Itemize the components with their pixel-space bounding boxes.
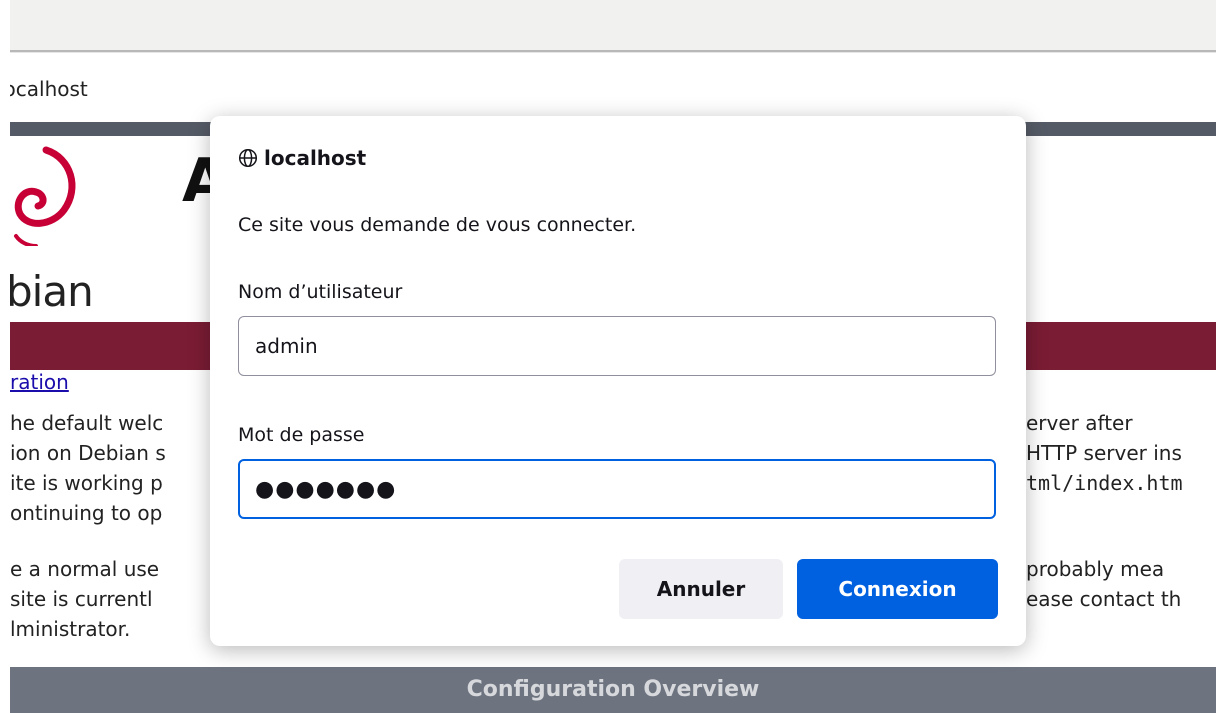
text-line: ite is working p	[10, 471, 163, 495]
text-line: ontinuing to op	[10, 501, 163, 525]
text-line: probably mea	[1026, 557, 1165, 581]
text-line: tml/index.htm	[1026, 471, 1183, 495]
dialog-message: Ce site vous demande de vous connecter.	[238, 214, 637, 236]
address-bar-url[interactable]: localhost	[10, 77, 130, 101]
text-line: site is currentl	[10, 587, 153, 611]
section-header-bar: Configuration Overview	[10, 667, 1216, 713]
paragraph-2-right: probably mea ease contact th	[1026, 554, 1181, 614]
text-line: lministrator.	[10, 617, 131, 641]
globe-icon	[238, 148, 258, 168]
username-input[interactable]	[238, 316, 996, 376]
dialog-origin-host: localhost	[264, 146, 367, 170]
text-line: he default welc	[10, 411, 164, 435]
password-input[interactable]	[238, 459, 996, 519]
paragraph-2-left: e a normal use site is currentl lministr…	[10, 554, 159, 644]
text-line: ion on Debian s	[10, 441, 166, 465]
paragraph-1-right: erver after HTTP server ins tml/index.ht…	[1026, 408, 1183, 498]
debian-swirl-icon	[14, 146, 76, 246]
address-bar[interactable]: localhost	[10, 52, 1216, 123]
text-line: erver after	[1026, 411, 1133, 435]
text-line: ease contact th	[1026, 587, 1182, 611]
window-left-edge	[0, 0, 10, 713]
paragraph-1-left: he default welc ion on Debian s ite is w…	[10, 408, 166, 528]
dialog-origin: localhost	[238, 146, 366, 170]
username-label: Nom d’utilisateur	[238, 281, 403, 303]
login-button[interactable]: Connexion	[797, 559, 998, 619]
auth-dialog: localhost Ce site vous demande de vous c…	[210, 116, 1026, 646]
text-line: e a normal use	[10, 557, 160, 581]
section-title: Configuration Overview	[466, 677, 760, 702]
password-label: Mot de passe	[238, 424, 365, 446]
page-link-configuration[interactable]: ration	[10, 370, 69, 394]
cancel-button[interactable]: Annuler	[619, 559, 783, 619]
debian-logo-text: bian	[10, 267, 94, 316]
browser-toolbar	[10, 0, 1216, 50]
text-line: HTTP server ins	[1026, 441, 1182, 465]
